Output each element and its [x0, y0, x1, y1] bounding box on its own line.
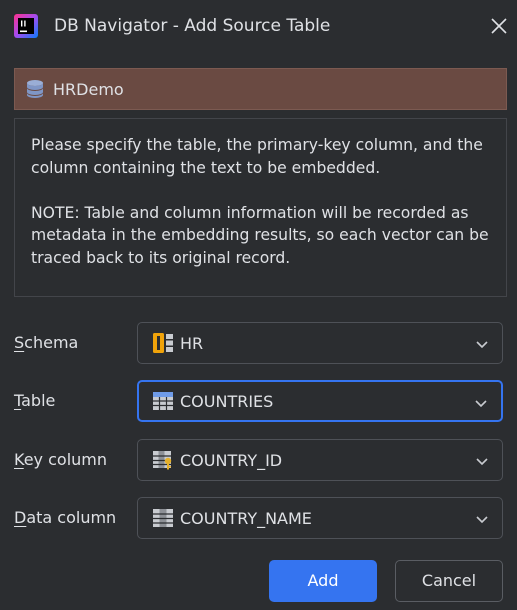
database-icon: [27, 80, 43, 98]
chevron-down-icon: [475, 400, 487, 408]
table-row: Table COUNTRIES: [14, 380, 507, 422]
schema-value: HR: [180, 333, 204, 353]
key-column-value: COUNTRY_ID: [180, 450, 283, 470]
table-icon: [153, 392, 173, 410]
schema-icon: [153, 333, 173, 353]
add-button[interactable]: Add: [269, 560, 377, 602]
data-column-row: Data column COUNTRY_NAME: [14, 497, 507, 539]
schema-dropdown[interactable]: HR: [137, 322, 503, 364]
schema-label: Schema: [14, 333, 79, 352]
info-instructions: Please specify the table, the primary-ke…: [31, 136, 483, 177]
connection-name: HRDemo: [53, 79, 124, 99]
data-column-value: COUNTRY_NAME: [180, 508, 312, 528]
key-column-dropdown[interactable]: COUNTRY_ID: [137, 439, 503, 481]
chevron-down-icon: [476, 458, 488, 466]
cancel-button[interactable]: Cancel: [395, 560, 503, 602]
table-value: COUNTRIES: [180, 391, 274, 411]
data-column-label: Data column: [14, 508, 117, 527]
window-title: DB Navigator - Add Source Table: [54, 16, 331, 36]
table-label: Table: [14, 391, 56, 410]
intellij-logo-icon: [14, 14, 38, 38]
table-dropdown[interactable]: COUNTRIES: [137, 380, 503, 422]
schema-row: Schema HR: [14, 322, 507, 364]
key-column-label: Key column: [14, 450, 107, 469]
chevron-down-icon: [476, 516, 488, 524]
connection-banner: HRDemo: [14, 68, 507, 110]
info-message-box: Please specify the table, the primary-ke…: [14, 118, 507, 297]
info-note: NOTE: Table and column information will …: [31, 203, 489, 267]
data-column-dropdown[interactable]: COUNTRY_NAME: [137, 497, 503, 539]
chevron-down-icon: [476, 341, 488, 349]
title-bar: DB Navigator - Add Source Table: [0, 0, 517, 52]
primary-key-column-icon: [153, 451, 172, 470]
column-icon: [153, 509, 173, 527]
key-column-row: Key column COUNTRY_ID: [14, 439, 507, 481]
close-icon[interactable]: [488, 15, 510, 37]
